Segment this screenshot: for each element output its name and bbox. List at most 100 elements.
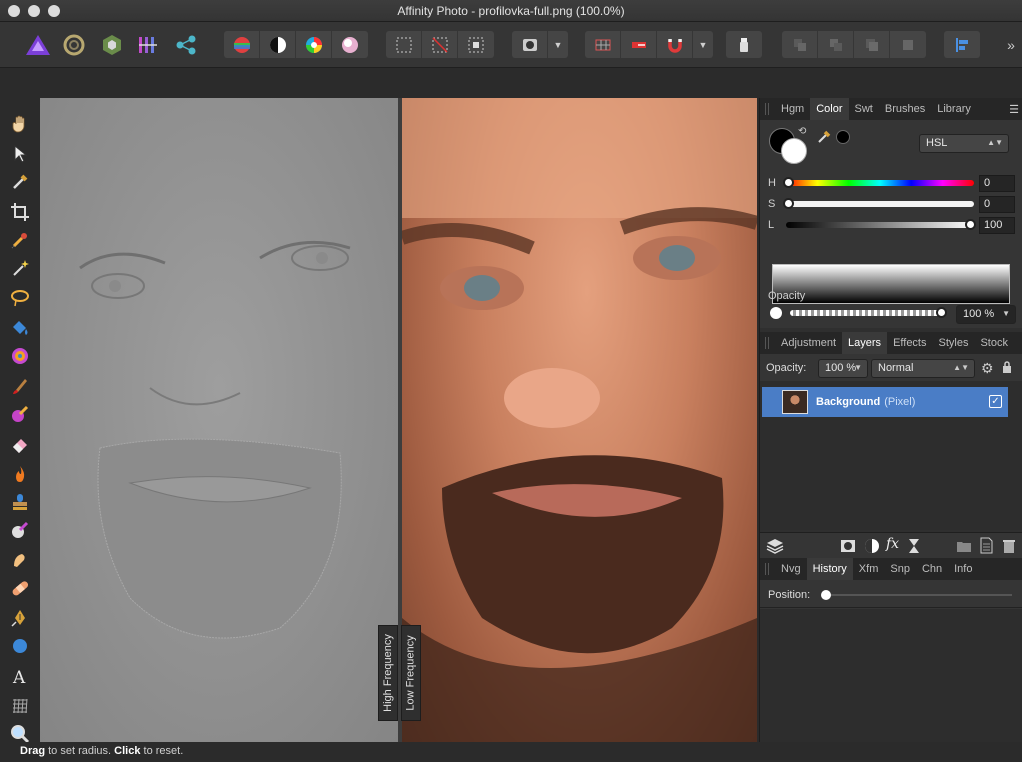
blend-mode-select[interactable]: Normal ▲▼ bbox=[871, 359, 975, 378]
tab-swatches[interactable]: Swt bbox=[849, 98, 879, 120]
color-mode-select[interactable]: HSL ▲▼ bbox=[919, 134, 1009, 153]
swap-colors-icon[interactable]: ⟲ bbox=[798, 126, 806, 137]
layer-settings-gear-icon[interactable]: ⚙ bbox=[981, 360, 994, 377]
auto-white-balance-icon[interactable] bbox=[332, 31, 368, 58]
flood-select-tool-wand-icon[interactable] bbox=[9, 257, 31, 279]
layers-stack-icon[interactable] bbox=[766, 537, 784, 560]
shape-tool-ellipse-icon[interactable] bbox=[9, 635, 31, 657]
saturation-slider-knob[interactable] bbox=[783, 198, 794, 209]
tab-layers[interactable]: Layers bbox=[842, 332, 888, 354]
paint-brush-tool-icon[interactable] bbox=[9, 375, 31, 397]
lightness-slider-knob[interactable] bbox=[965, 219, 976, 230]
tab-stock[interactable]: Stock bbox=[974, 332, 1014, 354]
quick-mask-icon[interactable] bbox=[512, 31, 548, 58]
toolbar-overflow-icon[interactable]: » bbox=[1000, 32, 1022, 58]
layer-visibility-checkbox[interactable]: ✓ bbox=[989, 395, 1002, 408]
history-position-knob[interactable] bbox=[821, 590, 831, 600]
lightness-value-field[interactable]: 100 bbox=[979, 217, 1015, 234]
layer-opacity-select[interactable]: 100 % ▼ bbox=[818, 359, 868, 378]
smudge-brush-tool-icon[interactable] bbox=[9, 549, 31, 571]
panel-grip[interactable] bbox=[765, 563, 769, 575]
tab-transform[interactable]: Xfm bbox=[853, 558, 885, 580]
low-frequency-tab[interactable]: Low Frequency bbox=[401, 625, 421, 721]
panel-menu-icon[interactable]: ☰ bbox=[1009, 103, 1019, 116]
develop-persona-icon[interactable] bbox=[98, 32, 126, 58]
pen-tool-icon[interactable] bbox=[9, 607, 31, 629]
live-filter-fx-icon[interactable]: fx bbox=[886, 536, 899, 552]
invert-selection-icon[interactable] bbox=[458, 31, 494, 58]
tab-effects[interactable]: Effects bbox=[887, 332, 932, 354]
opacity-value-field[interactable]: 100 % ▼ bbox=[956, 305, 1016, 324]
tab-snapshots[interactable]: Snp bbox=[884, 558, 916, 580]
crop-tool-icon[interactable] bbox=[9, 201, 31, 223]
move-to-front-icon[interactable] bbox=[890, 31, 926, 58]
tab-navigator[interactable]: Nvg bbox=[775, 558, 807, 580]
assistant-icon[interactable] bbox=[726, 31, 762, 58]
tone-mapping-persona-icon[interactable] bbox=[134, 32, 162, 58]
burn-brush-flame-icon[interactable] bbox=[9, 463, 31, 485]
grid-icon[interactable] bbox=[585, 31, 621, 58]
eyedropper-icon[interactable] bbox=[816, 128, 832, 149]
tab-channels[interactable]: Chn bbox=[916, 558, 948, 580]
tab-color[interactable]: Color bbox=[810, 98, 849, 120]
move-back-one-icon[interactable] bbox=[818, 31, 854, 58]
healing-brush-bandage-icon[interactable] bbox=[9, 577, 31, 599]
document-canvas[interactable]: High Frequency Low Frequency bbox=[40, 98, 757, 742]
export-persona-icon[interactable] bbox=[172, 32, 200, 58]
hourglass-icon[interactable] bbox=[906, 538, 922, 559]
snapping-dropdown[interactable]: ▼ bbox=[693, 31, 713, 58]
picked-color-swatch[interactable] bbox=[836, 130, 850, 144]
layer-row-background[interactable]: Background (Pixel) ✓ bbox=[762, 387, 1008, 417]
move-forward-one-icon[interactable] bbox=[854, 31, 890, 58]
hue-value-field[interactable]: 0 bbox=[979, 175, 1015, 192]
tab-history[interactable]: History bbox=[806, 558, 853, 580]
levels-button[interactable] bbox=[224, 31, 260, 58]
color-preview-gradient[interactable] bbox=[772, 264, 1010, 304]
saturation-value-field[interactable]: 0 bbox=[979, 196, 1015, 213]
view-tool-hand-icon[interactable] bbox=[9, 113, 31, 135]
artistic-text-tool-icon[interactable]: A bbox=[9, 665, 31, 687]
lock-icon[interactable] bbox=[1002, 361, 1012, 379]
add-pixel-layer-icon[interactable] bbox=[978, 537, 994, 559]
color-replacement-brush-icon[interactable] bbox=[9, 403, 31, 425]
adjustment-layer-icon[interactable] bbox=[864, 538, 880, 559]
tab-histogram[interactable]: Hgm bbox=[775, 98, 810, 120]
hue-slider-knob[interactable] bbox=[783, 177, 794, 188]
tab-styles[interactable]: Styles bbox=[933, 332, 975, 354]
high-frequency-tab[interactable]: High Frequency bbox=[378, 625, 398, 721]
force-pixel-alignment-icon[interactable] bbox=[621, 31, 657, 58]
move-tool-arrow-icon[interactable] bbox=[9, 143, 31, 165]
flood-fill-bucket-icon[interactable] bbox=[9, 317, 31, 339]
tab-info[interactable]: Info bbox=[948, 558, 978, 580]
select-all-icon[interactable] bbox=[386, 31, 422, 58]
tab-adjustment[interactable]: Adjustment bbox=[775, 332, 842, 354]
opacity-slider[interactable] bbox=[790, 307, 947, 318]
hue-slider[interactable] bbox=[783, 177, 974, 188]
tab-brushes[interactable]: Brushes bbox=[879, 98, 931, 120]
history-list[interactable] bbox=[760, 609, 1022, 742]
delete-layer-trash-icon[interactable] bbox=[1002, 538, 1016, 559]
saturation-slider[interactable] bbox=[783, 198, 974, 209]
deselect-icon[interactable] bbox=[422, 31, 458, 58]
align-left-icon[interactable] bbox=[944, 31, 980, 58]
lightness-slider[interactable] bbox=[786, 219, 976, 230]
freehand-selection-lasso-icon[interactable] bbox=[9, 287, 31, 309]
clone-brush-stamp-icon[interactable] bbox=[9, 491, 31, 513]
mesh-warp-tool-icon[interactable] bbox=[9, 695, 31, 717]
move-to-back-icon[interactable] bbox=[782, 31, 818, 58]
add-group-folder-icon[interactable] bbox=[956, 538, 972, 559]
panel-grip[interactable] bbox=[765, 337, 769, 349]
liquify-persona-icon[interactable] bbox=[60, 32, 88, 58]
color-picker-tool-icon[interactable] bbox=[9, 171, 31, 193]
auto-contrast-icon[interactable] bbox=[260, 31, 296, 58]
auto-colors-icon[interactable] bbox=[296, 31, 332, 58]
snapping-magnet-icon[interactable] bbox=[657, 31, 693, 58]
panel-grip[interactable] bbox=[765, 103, 769, 115]
blemish-removal-tool-icon[interactable] bbox=[9, 519, 31, 541]
mask-layer-icon[interactable] bbox=[840, 538, 856, 559]
erase-brush-tool-icon[interactable] bbox=[9, 433, 31, 455]
gradient-tool-icon[interactable] bbox=[9, 345, 31, 367]
quick-mask-dropdown[interactable]: ▼ bbox=[548, 31, 568, 58]
secondary-color-swatch[interactable] bbox=[781, 138, 807, 164]
history-position-slider[interactable] bbox=[821, 590, 1012, 600]
